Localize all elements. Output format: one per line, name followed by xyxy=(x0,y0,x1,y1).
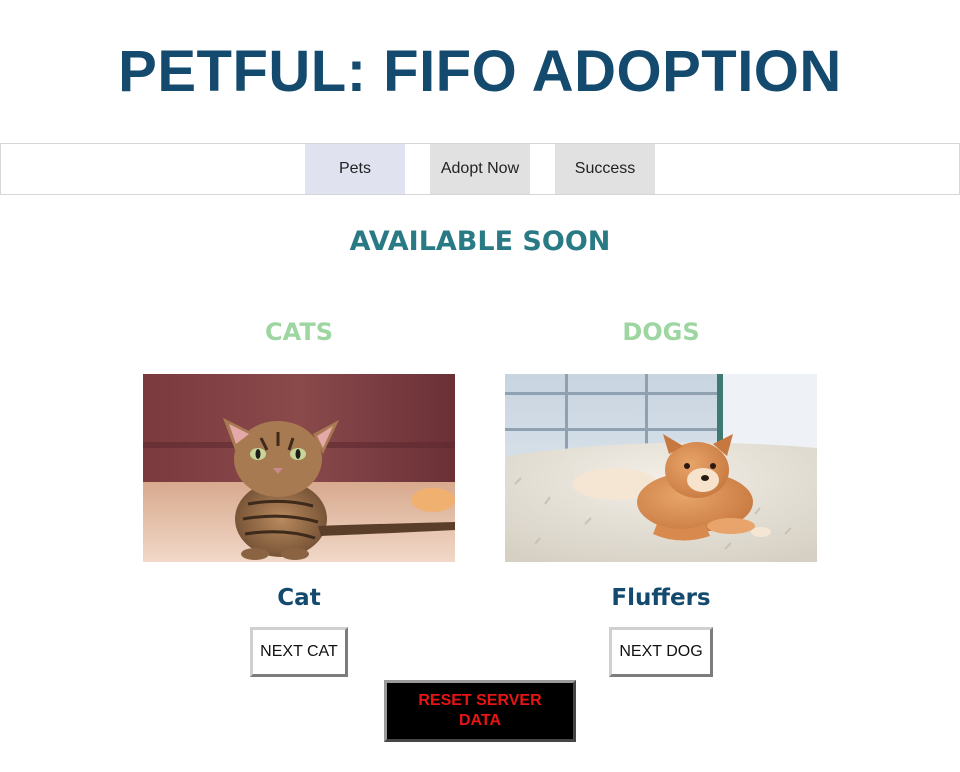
page-title: PETFUL: FIFO ADOPTION xyxy=(118,39,842,104)
section-heading: AVAILABLE SOON xyxy=(349,226,611,257)
tab-success[interactable]: Success xyxy=(555,144,655,194)
dog-name: Fluffers xyxy=(611,585,711,611)
tab-pets[interactable]: Pets xyxy=(305,144,405,194)
nav-bar: Pets Adopt Now Success xyxy=(0,143,960,195)
next-cat-button[interactable]: NEXT CAT xyxy=(250,627,348,677)
tab-adopt-now[interactable]: Adopt Now xyxy=(430,144,530,194)
kitten-photo xyxy=(143,374,455,562)
cats-heading: CATS xyxy=(265,318,333,346)
reset-server-data-button[interactable]: RESET SERVER DATA xyxy=(384,680,576,742)
cat-name: Cat xyxy=(277,585,321,611)
next-dog-button[interactable]: NEXT DOG xyxy=(609,627,713,677)
shiba-dog-photo xyxy=(505,374,817,562)
dogs-heading: DOGS xyxy=(622,318,700,346)
